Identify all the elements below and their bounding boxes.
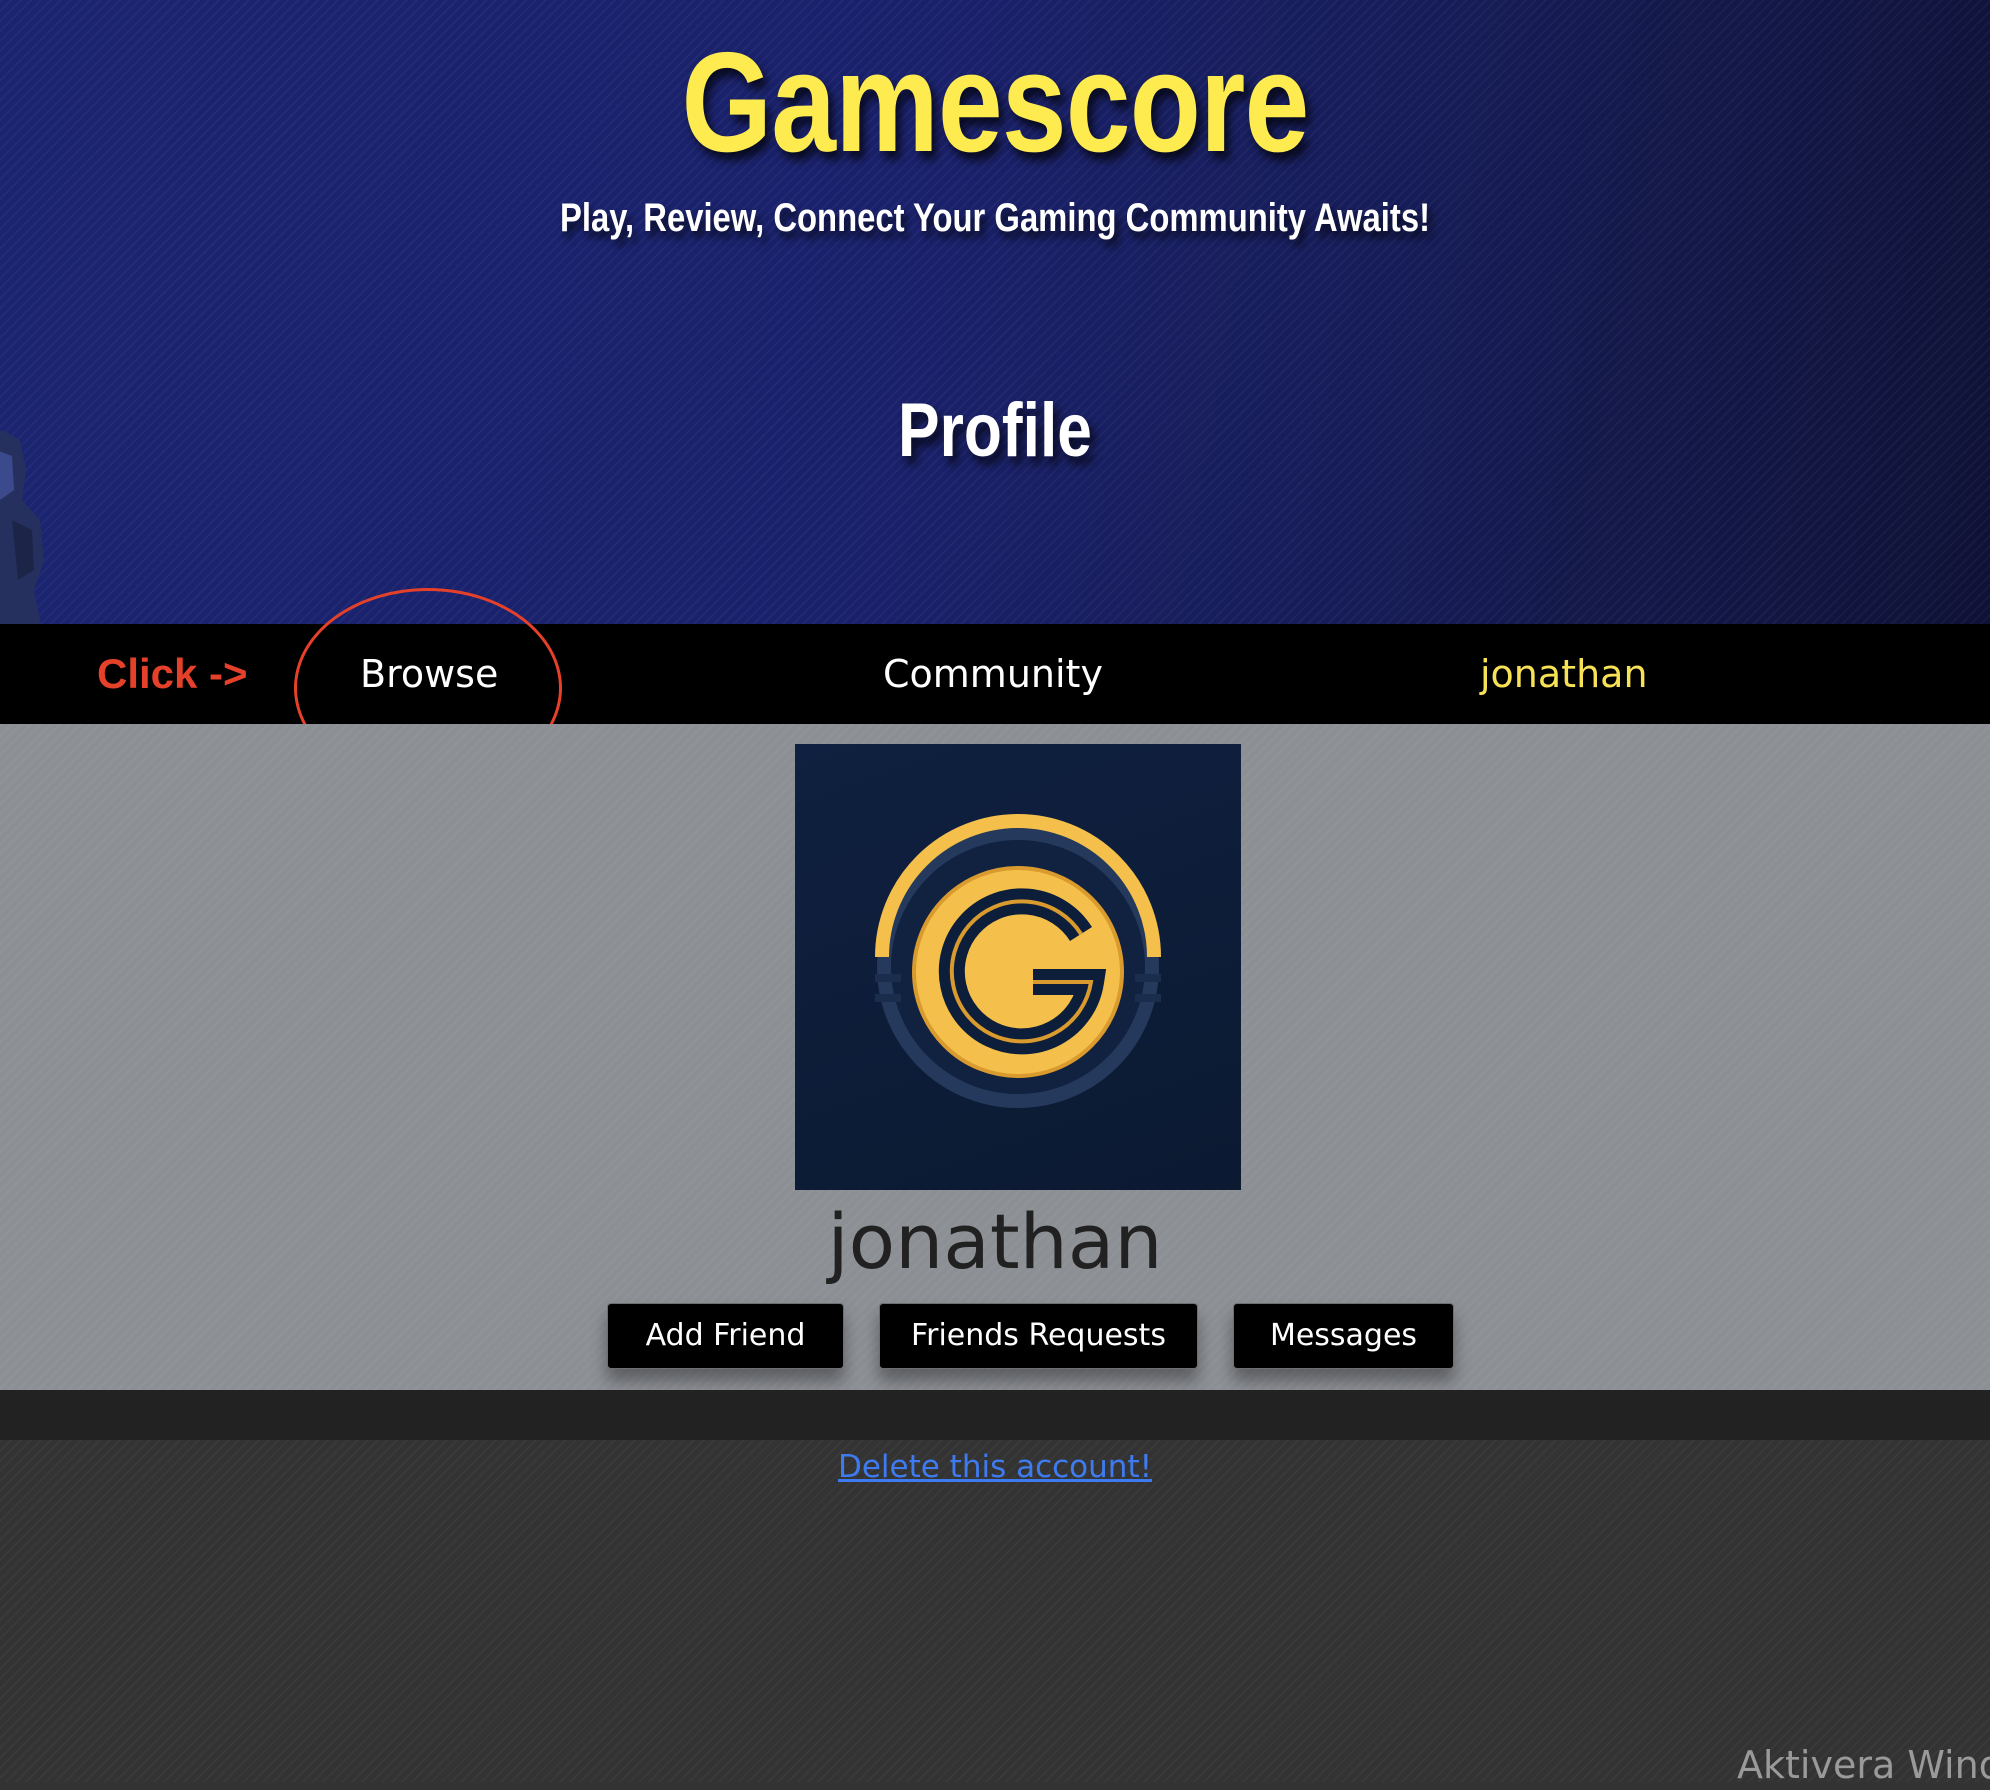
profile-section: jonathan Add Friend Friends Requests Mes… [0, 724, 1990, 1390]
windows-activation-watermark: Aktivera Windo [1737, 1743, 1990, 1787]
main-navbar: Click -> Browse Community jonathan [0, 624, 1990, 724]
site-title: Gamescore [681, 23, 1310, 182]
nav-link-browse[interactable]: Browse [360, 624, 498, 724]
add-friend-button[interactable]: Add Friend [607, 1303, 844, 1369]
nav-link-community[interactable]: Community [883, 624, 1103, 724]
hero-banner: Gamescore Play, Review, Connect Your Gam… [0, 0, 1990, 624]
site-tagline: Play, Review, Connect Your Gaming Commun… [560, 196, 1430, 240]
delete-account-link[interactable]: Delete this account! [838, 1449, 1152, 1485]
friends-requests-button[interactable]: Friends Requests [879, 1303, 1198, 1369]
hero-character-image [0, 430, 44, 624]
messages-button[interactable]: Messages [1233, 1303, 1454, 1369]
footer-area [0, 1440, 1990, 1782]
delete-account-container: Delete this account! [0, 1444, 1990, 1490]
profile-username: jonathan [827, 1197, 1163, 1286]
page-title: Profile [898, 388, 1092, 473]
gamescore-g-logo-icon [875, 814, 1161, 1108]
profile-avatar [795, 744, 1241, 1190]
nav-link-user-profile[interactable]: jonathan [1480, 624, 1648, 724]
click-annotation-label: Click -> [97, 650, 248, 697]
section-divider [0, 1390, 1990, 1440]
